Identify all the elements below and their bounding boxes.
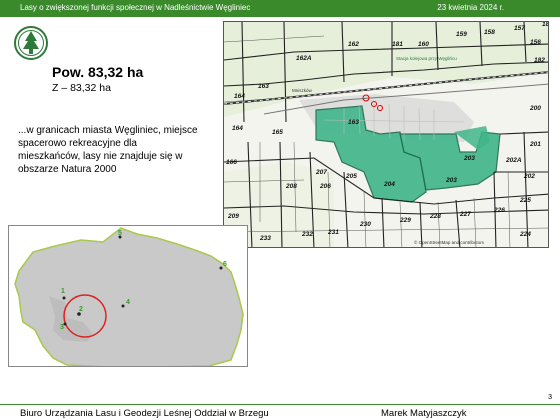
header-date: 23 kwietnia 2024 r. — [437, 3, 504, 12]
station-label: Stacja kolejowa przy Węglińcu — [396, 56, 457, 61]
svg-text:200: 200 — [529, 105, 541, 112]
footer-divider — [0, 404, 560, 405]
svg-text:229: 229 — [399, 217, 411, 224]
marker-label-3: 3 — [60, 324, 64, 331]
svg-text:162: 162 — [348, 41, 359, 48]
svg-text:230: 230 — [359, 221, 371, 228]
page-number: 3 — [548, 394, 552, 401]
forest-service-logo — [13, 25, 49, 61]
road-label: Mniszków — [292, 88, 313, 93]
marker-dot-4 — [121, 304, 125, 308]
marker-dot-1 — [62, 296, 66, 300]
header-title: Lasy o zwiększonej funkcji społecznej w … — [20, 3, 251, 12]
marker-label-4: 4 — [126, 299, 130, 306]
svg-text:162A: 162A — [296, 55, 312, 62]
header-bar: Lasy o zwiększonej funkcji społecznej w … — [0, 0, 560, 17]
marker-label-2: 2 — [79, 306, 83, 313]
area-subtitle: Z – 83,32 ha — [52, 82, 111, 94]
svg-text:158: 158 — [484, 29, 495, 36]
svg-text:208: 208 — [285, 183, 297, 190]
svg-text:207: 207 — [315, 169, 327, 176]
svg-text:206: 206 — [319, 183, 331, 190]
svg-text:166: 166 — [226, 159, 237, 166]
svg-text:203: 203 — [463, 155, 475, 162]
marker-label-5: 5 — [118, 230, 122, 237]
footer-organization: Biuro Urządzania Lasu i Geodezji Leśnej … — [20, 408, 269, 419]
svg-text:160: 160 — [418, 41, 429, 48]
svg-text:231: 231 — [327, 229, 339, 236]
svg-text:163: 163 — [258, 83, 269, 90]
svg-text:203: 203 — [445, 177, 457, 184]
svg-text:18: 18 — [542, 22, 549, 28]
marker-label-6: 6 — [223, 261, 227, 268]
svg-text:157: 157 — [514, 25, 525, 32]
map-copyright: © OpenStreetMap and contributors — [414, 239, 485, 245]
svg-text:226: 226 — [493, 207, 505, 214]
svg-text:224: 224 — [519, 231, 531, 238]
footer-author: Marek Matyjaszczyk — [381, 408, 467, 419]
svg-text:202A: 202A — [505, 157, 522, 164]
svg-text:228: 228 — [429, 213, 441, 220]
overview-map: 1 2 3 4 5 6 — [8, 225, 248, 367]
svg-text:156: 156 — [530, 39, 541, 46]
svg-text:209: 209 — [227, 213, 239, 220]
area-description: ...w granicach miasta Węgliniec, miejsce… — [18, 125, 198, 175]
marker-dot-3 — [63, 322, 67, 326]
svg-text:232: 232 — [301, 231, 313, 238]
svg-text:204: 204 — [383, 181, 395, 188]
svg-text:164: 164 — [232, 125, 243, 132]
area-title: Pow. 83,32 ha — [52, 64, 144, 80]
svg-text:181: 181 — [392, 41, 403, 48]
svg-text:165: 165 — [272, 129, 283, 136]
marker-label-1: 1 — [61, 288, 65, 295]
svg-text:233: 233 — [259, 235, 271, 242]
svg-text:227: 227 — [459, 211, 471, 218]
svg-text:164: 164 — [234, 93, 245, 100]
svg-text:202: 202 — [523, 173, 535, 180]
compartment-map: 162 181 160 159 158 157 156 162A 163 164 163 165… — [223, 21, 549, 248]
svg-text:182: 182 — [534, 57, 545, 64]
svg-text:201: 201 — [529, 141, 541, 148]
svg-text:225: 225 — [519, 197, 531, 204]
svg-text:205: 205 — [345, 173, 357, 180]
svg-text:159: 159 — [456, 31, 467, 38]
svg-text:163: 163 — [348, 119, 359, 126]
